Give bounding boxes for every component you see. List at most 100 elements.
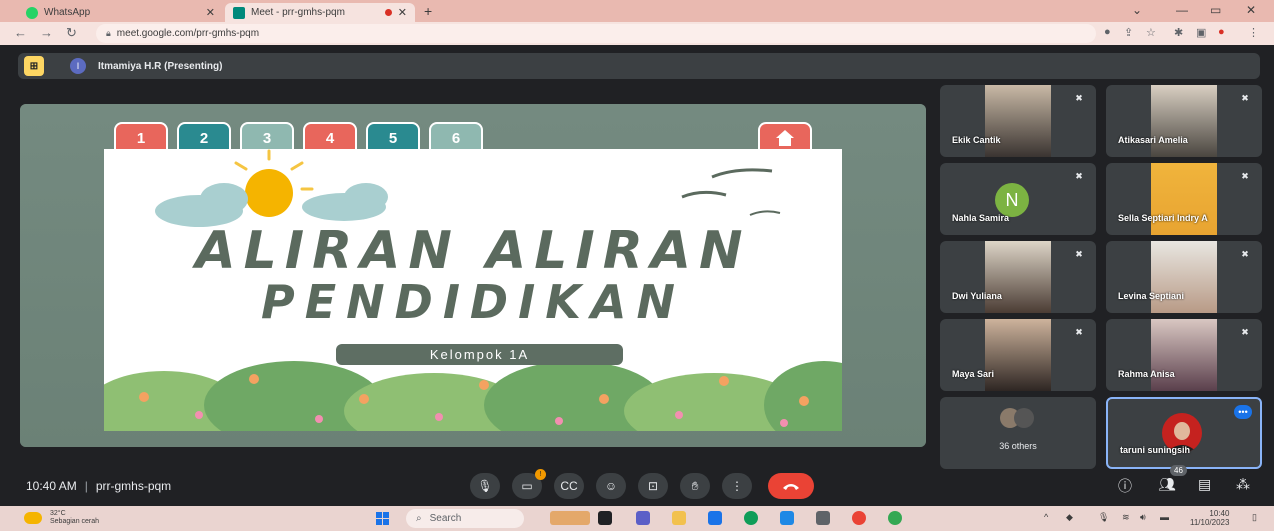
new-tab-button[interactable]: +	[424, 3, 432, 19]
others-avatars	[1000, 408, 1034, 428]
bookmark-star-icon[interactable]: ☆	[1146, 26, 1156, 39]
extensions-icon[interactable]: ✱	[1174, 26, 1183, 39]
edge-icon[interactable]	[744, 511, 758, 525]
slide-tab-5: 5	[366, 122, 420, 152]
close-tab-icon[interactable]: ✕	[206, 6, 215, 19]
presenter-label: Itmamiya H.R (Presenting)	[98, 60, 223, 72]
meeting-info: 10:40 AM | prr-gmhs-pqm	[26, 479, 172, 493]
notification-icon[interactable]: ▯	[1252, 512, 1257, 523]
more-options-button[interactable]: ⋮	[722, 473, 752, 499]
raise-hand-button[interactable]: ✋︎	[680, 473, 710, 499]
self-tile[interactable]: ••• taruni suningsih	[1106, 397, 1262, 469]
slide-tab-6: 6	[429, 122, 483, 152]
participant-avatar: N	[995, 183, 1029, 217]
people-count-badge: 46	[1170, 465, 1187, 476]
chat-button[interactable]: ▤	[1198, 476, 1211, 493]
url-text: meet.google.com/prr-gmhs-pqm	[116, 28, 260, 39]
participant-tile[interactable]: ✖ Ekik Cantik	[940, 85, 1096, 157]
wifi-icon[interactable]: ≋	[1122, 512, 1130, 523]
forward-button[interactable]: →	[40, 25, 53, 40]
meeting-code: prr-gmhs-pqm	[95, 479, 172, 493]
captions-button[interactable]: CC	[554, 473, 584, 499]
meeting-details-button[interactable]: ⓘ	[1118, 476, 1132, 496]
slide-content: ALIRAN ALIRAN PENDIDIKAN Kelompok 1A	[104, 149, 842, 431]
slide-tab-3: 3	[240, 122, 294, 152]
people-button[interactable]: 👥︎	[1158, 476, 1176, 493]
mic-off-icon: ✖	[1075, 248, 1083, 259]
app-icon[interactable]	[780, 511, 794, 525]
mic-indicator-icon[interactable]: ●	[1104, 26, 1111, 38]
emoji-button[interactable]: ☺	[596, 473, 626, 499]
volume-icon[interactable]: 🔊︎	[1140, 512, 1146, 523]
participant-name: Sella Septiari Indry A	[1118, 213, 1208, 223]
group-label: Kelompok 1A	[336, 344, 623, 365]
menu-icon[interactable]: ⋮	[1248, 26, 1259, 39]
tab-meet[interactable]: Meet - prr-gmhs-pqm ✕	[225, 3, 415, 22]
meet-window: ⊞ I Itmamiya H.R (Presenting) 1 2 3 4 5 …	[0, 45, 1274, 506]
store-icon[interactable]	[708, 511, 722, 525]
leave-call-button[interactable]	[768, 473, 814, 499]
browser-tab-bar: WhatsApp ✕ Meet - prr-gmhs-pqm ✕ + ⌄ — ▭…	[0, 0, 1274, 22]
maximize-button[interactable]: ▭	[1210, 3, 1221, 17]
close-window-button[interactable]: ✕	[1246, 3, 1256, 17]
present-screen-button[interactable]: ⊡	[638, 473, 668, 499]
others-tile[interactable]: 36 others	[940, 397, 1096, 469]
taskbar-search[interactable]: ⌕ Search	[406, 509, 524, 528]
clock-date: 11/10/2023	[1190, 518, 1230, 527]
tray-mic-icon[interactable]: 🎙︎	[1098, 512, 1109, 523]
slide-tab-2: 2	[177, 122, 231, 152]
participant-tile[interactable]: ✖ Atikasari Amelia	[1106, 85, 1262, 157]
participant-video	[985, 241, 1051, 313]
participant-tile[interactable]: ✖ Levina Septiani	[1106, 241, 1262, 313]
close-tab-icon[interactable]: ✕	[398, 6, 407, 19]
back-button[interactable]: ←	[14, 25, 27, 40]
participant-name: Dwi Yuliana	[952, 291, 1002, 301]
system-clock[interactable]: 10:40 11/10/2023	[1190, 509, 1229, 527]
camera-button[interactable]: ▭!	[512, 469, 546, 499]
mic-off-icon: ✖	[1241, 248, 1249, 259]
slide-title-line-2: PENDIDIKAN	[261, 275, 685, 329]
teams-icon[interactable]	[636, 511, 650, 525]
camera-app-icon[interactable]	[816, 511, 830, 525]
tab-whatsapp[interactable]: WhatsApp ✕	[18, 3, 223, 22]
battery-icon[interactable]: ▬	[1160, 512, 1169, 522]
participant-tile[interactable]: ✖ Sella Septiari Indry A	[1106, 163, 1262, 235]
microphone-button[interactable]: 🎙︎	[470, 473, 500, 499]
share-icon[interactable]: ⇪	[1124, 26, 1133, 39]
others-count-label: 36 others	[999, 441, 1037, 451]
chrome-icon[interactable]	[852, 511, 866, 525]
participant-tile[interactable]: ✖ Rahma Anisa	[1106, 319, 1262, 391]
minimize-button[interactable]: —	[1176, 3, 1188, 17]
tab-label: WhatsApp	[44, 7, 91, 18]
task-view-icon[interactable]	[598, 511, 612, 525]
participant-video	[1151, 241, 1217, 313]
chrome-profile-icon[interactable]	[888, 511, 902, 525]
tab-label: Meet - prr-gmhs-pqm	[251, 7, 345, 18]
file-explorer-icon[interactable]	[672, 511, 686, 525]
start-icon[interactable]	[376, 512, 389, 525]
tray-app-icon[interactable]: ◆	[1066, 512, 1073, 523]
more-options-button[interactable]: •••	[1234, 405, 1252, 419]
presentation-icon[interactable]: ⊞	[24, 56, 44, 76]
recording-dot-icon	[384, 9, 392, 16]
slide-title-line-1: ALIRAN ALIRAN	[195, 221, 751, 281]
tray-chevron-icon[interactable]: ^	[1044, 512, 1048, 522]
presentation-slide: 1 2 3 4 5 6 ALIRAN ALIRAN PENDIDIKAN Kel…	[20, 104, 926, 447]
weather-widget[interactable]: 32°C Sebagian cerah	[24, 510, 99, 526]
mic-off-icon: ✖	[1241, 170, 1249, 181]
url-input[interactable]: 🔒︎ meet.google.com/prr-gmhs-pqm	[96, 24, 1096, 43]
side-panel-icon[interactable]: ▣	[1196, 26, 1206, 39]
participant-name: Maya Sari	[952, 369, 995, 379]
participant-tile[interactable]: ✖ Maya Sari	[940, 319, 1096, 391]
tab-search-icon[interactable]: ⌄	[1132, 3, 1142, 17]
activities-button[interactable]: ⁂	[1236, 476, 1250, 493]
participant-tile[interactable]: N ✖ Nahla Samira	[940, 163, 1096, 235]
whatsapp-icon	[26, 6, 38, 19]
widgets-icon[interactable]	[550, 511, 590, 525]
profile-avatar[interactable]: ●	[1218, 26, 1225, 38]
participant-tile[interactable]: ✖ Dwi Yuliana	[940, 241, 1096, 313]
current-time: 10:40 AM	[26, 479, 77, 493]
reload-button[interactable]: ↻	[66, 25, 77, 41]
slide-tab-4: 4	[303, 122, 357, 152]
participant-name: Atikasari Amelia	[1118, 135, 1188, 145]
